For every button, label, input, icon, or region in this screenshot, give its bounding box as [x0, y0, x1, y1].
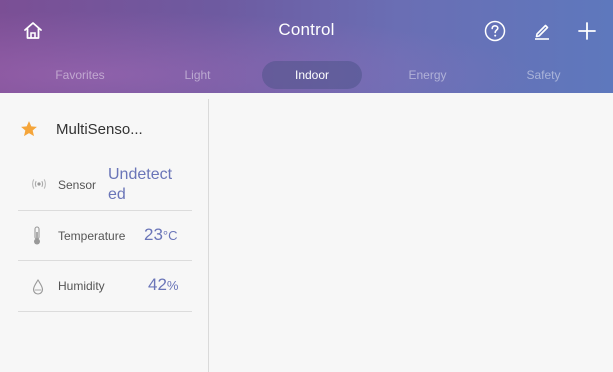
humidity-value: 42% — [148, 275, 178, 295]
plus-icon[interactable] — [575, 19, 599, 43]
tab-energy[interactable]: Energy — [380, 61, 475, 89]
tab-bar: Favorites Light Indoor Energy Safety — [0, 61, 613, 89]
device-name: MultiSenso... — [56, 121, 143, 138]
humidity-unit: % — [166, 278, 179, 293]
temperature-unit: °C — [162, 228, 178, 243]
sensor-value-line1: Undetect — [108, 166, 173, 183]
sensor-label: Sensor — [58, 178, 97, 192]
header-bar: Control Favorites Light Indoor Energy Sa… — [0, 0, 613, 93]
help-circle-icon[interactable] — [483, 19, 507, 43]
tab-safety[interactable]: Safety — [496, 61, 591, 89]
temperature-value: 23°C — [144, 225, 178, 245]
main-content — [209, 99, 613, 372]
temperature-row: Temperature 23°C — [18, 211, 192, 261]
humidity-label: Humidity — [58, 279, 105, 293]
water-drop-icon — [30, 278, 46, 301]
humidity-row: Humidity 42% — [18, 261, 192, 312]
sensor-value-line2: ed — [108, 186, 126, 203]
tab-indoor[interactable]: Indoor — [262, 61, 362, 89]
tab-light[interactable]: Light — [150, 61, 245, 89]
page-title: Control — [278, 20, 335, 39]
sensor-row: Sensor Undetect ed — [18, 159, 192, 211]
device-sidebar: MultiSenso... Sensor Undetect ed Tempera… — [0, 99, 209, 372]
pencil-icon[interactable] — [530, 19, 554, 43]
star-icon[interactable] — [19, 119, 39, 139]
humidity-number: 42 — [148, 275, 167, 294]
temperature-number: 23 — [144, 225, 163, 244]
sensor-value: Undetect ed — [108, 165, 172, 205]
signal-icon — [30, 177, 48, 196]
device-header[interactable]: MultiSenso... — [0, 99, 208, 159]
tab-favorites[interactable]: Favorites — [30, 61, 130, 89]
thermometer-icon — [32, 226, 42, 251]
temperature-label: Temperature — [58, 229, 126, 243]
